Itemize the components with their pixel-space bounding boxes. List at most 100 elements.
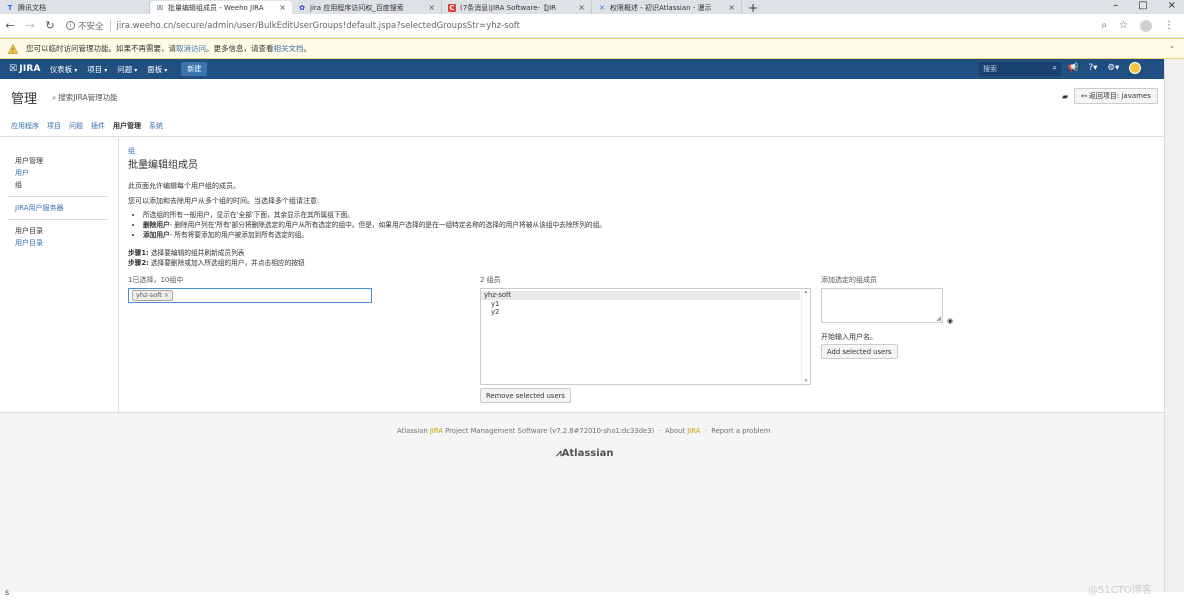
page-right-gutter [1164,59,1184,592]
back-arrow-icon: ↤ [1081,92,1087,100]
browser-tab-tencent-docs[interactable]: T 腾讯文档 [0,1,150,14]
minimize-button[interactable]: – [1113,0,1118,12]
chevron-down-icon[interactable]: ⌄ [1169,42,1175,50]
star-icon[interactable]: ☆ [1119,20,1128,31]
breadcrumb[interactable]: 组 [128,146,135,156]
user-avatar[interactable] [1129,62,1142,74]
window-controls: – □ × [1113,0,1176,12]
footer-about-jira[interactable]: JIRA [687,427,700,435]
reload-icon[interactable]: ↻ [40,19,60,32]
add-users-textarea[interactable]: ◢ [821,288,943,323]
step-label: 步骤2: [128,259,149,267]
note-item: 删除用户- 删除用户列在'所有'部分将删除选定的用户从所有选定的组中。但是，如果… [143,220,606,230]
note-item: 所选组的所有一般用户，显示在'全部'下面，其余显示在其所属组下面。 [143,210,606,220]
cancel-access-link[interactable]: 取消访问 [176,43,206,54]
back-arrow-icon[interactable]: ← [0,19,20,32]
tab-addons[interactable]: 插件 [91,121,105,131]
admin-search-label: 搜索JIRA管理功能 [58,93,118,102]
tab-system[interactable]: 系统 [149,121,163,131]
selected-group-chip[interactable]: yhz-soft × [132,290,174,301]
chip-label: yhz-soft [136,291,162,299]
security-indicator[interactable]: i 不安全 [66,19,111,32]
url-text: jira.weeho.cn/secure/admin/user/BulkEdit… [116,20,520,31]
search-icon: ⌕ [1052,63,1057,72]
sidebar-item-jira-user-server[interactable]: JIRA用户服务器 [0,202,118,214]
nav-boards[interactable]: 面板 ▾ [147,64,167,75]
docs-link[interactable]: 相关文档 [274,43,304,54]
browser-tab-baidu[interactable]: ✿ jira 应用程序访问权_百度搜索 × [292,1,442,14]
profile-avatar[interactable] [1140,19,1152,32]
create-button[interactable]: 新建 [181,62,208,76]
close-icon[interactable]: × [728,3,735,12]
chevron-down-icon: ▾ [104,66,108,74]
sidebar-item-users[interactable]: 用户 [0,167,118,179]
page-heading: 批量编辑组成员 [128,160,198,171]
atlassian-logo-text: Atlassian [561,448,614,459]
browser-tab-jira[interactable]: ☒ 批量编辑组成员 - Weeho JIRA × [150,1,292,14]
user-picker-icon[interactable]: ◉ [947,317,953,325]
nav-dashboards[interactable]: 仪表板 ▾ [50,64,78,75]
gear-icon[interactable]: ⚙▾ [1107,63,1119,73]
tab-user-management[interactable]: 用户管理 [113,121,141,131]
tab-title: (7条消息)JIRA Software-【JIR [460,3,557,12]
note-bold: 删除用户 [143,221,170,229]
tab-title: 腾讯文档 [18,3,46,12]
zoom-icon[interactable]: ⌕ [1101,20,1107,31]
notifications-icon[interactable]: 📢 [1068,63,1079,73]
new-tab-button[interactable]: + [748,2,758,14]
tab-projects[interactable]: 项目 [47,121,61,131]
close-icon[interactable]: × [279,3,286,12]
step-text: 选择要删除或加入所选组的用户，并点击相应的按钮 [150,259,305,267]
window-close-button[interactable]: × [1168,0,1176,12]
sidebar: 用户管理 用户 组 JIRA用户服务器 用户目录 用户目录 [0,138,119,412]
address-bar-actions: ⌕ ☆ ⋮ [1101,19,1174,32]
tab-applications[interactable]: 应用程序 [11,121,39,131]
close-icon[interactable]: × [164,291,169,299]
member-option[interactable]: y1 [481,300,810,308]
browser-tab-confluence[interactable]: ✕ 权限概述 - 初识Atlassian - 漫示 × [592,1,742,14]
close-icon[interactable]: × [428,3,435,12]
footer-info: Atlassian JIRA Project Management Softwa… [397,427,771,435]
svg-text:!: ! [12,47,14,54]
forward-arrow-icon[interactable]: → [20,19,40,32]
browser-tab-strip: T 腾讯文档 ☒ 批量编辑组成员 - Weeho JIRA × ✿ jira 应… [0,0,1184,14]
description-1: 此页面允许编辑每个用户组的成员。 [128,182,240,190]
member-option[interactable]: y2 [481,308,810,316]
atlassian-logo: ⩘Atlassian [556,448,614,459]
nav-projects[interactable]: 项目 ▾ [87,64,107,75]
members-select-list[interactable]: yhz-soft y1 y2 ▴ ▾ [480,288,811,385]
back-to-project-button[interactable]: ↤ 返回项目: javames [1074,88,1158,104]
footer-about-link[interactable]: About [665,427,685,435]
footer-jira-link[interactable]: JIRA [430,427,443,435]
note-item: 添加用户- 所有将要添加的用户被添加到所有选定的组。 [143,230,606,240]
url-field[interactable]: i 不安全 jira.weeho.cn/secure/admin/user/Bu… [66,19,1101,32]
nav-label: 仪表板 [49,64,73,74]
maximize-button[interactable]: □ [1138,0,1147,12]
group-picker-input[interactable]: yhz-soft × [128,288,372,303]
close-icon[interactable]: × [578,3,585,12]
sidebar-item-user-directories[interactable]: 用户目录 [0,237,118,249]
add-users-hint: 开始输入用户名。 [821,333,877,341]
footer-report-link[interactable]: Report a problem [711,427,770,435]
admin-access-warning: ! 您可以临时访问管理功能。如果不再需要，请 取消访问 。更多信息，请查看 相关… [0,38,1184,59]
scroll-down-icon[interactable]: ▾ [805,378,808,384]
sidebar-item-groups[interactable]: 组 [0,179,118,191]
header-search-input[interactable]: 搜索 ⌕ [979,62,1061,76]
feedback-icon[interactable]: ▰ [1062,92,1068,101]
browser-tab-csdn[interactable]: C (7条消息)JIRA Software-【JIR × [442,1,592,14]
warning-text-1: 您可以临时访问管理功能。如果不再需要，请 [26,44,176,53]
add-selected-users-button[interactable]: Add selected users [821,344,898,359]
menu-dots-icon[interactable]: ⋮ [1164,20,1174,31]
status-text: s [5,588,10,597]
help-icon[interactable]: ?▾ [1089,63,1098,73]
tab-issues[interactable]: 问题 [69,121,83,131]
admin-search[interactable]: ⌕ 搜索JIRA管理功能 [52,92,118,103]
jira-logo[interactable]: ☒ JIRA [9,64,41,74]
add-members-label: 添加选定的组成员 [821,276,877,284]
header-nav: 仪表板 ▾ 项目 ▾ 问题 ▾ 面板 ▾ 新建 [50,62,208,76]
members-scrollbar[interactable]: ▴ ▾ [801,289,810,384]
remove-selected-users-button[interactable]: Remove selected users [480,388,571,403]
nav-issues[interactable]: 问题 ▾ [117,64,137,75]
scroll-up-icon[interactable]: ▴ [805,289,808,295]
resize-handle-icon[interactable]: ◢ [936,315,941,322]
